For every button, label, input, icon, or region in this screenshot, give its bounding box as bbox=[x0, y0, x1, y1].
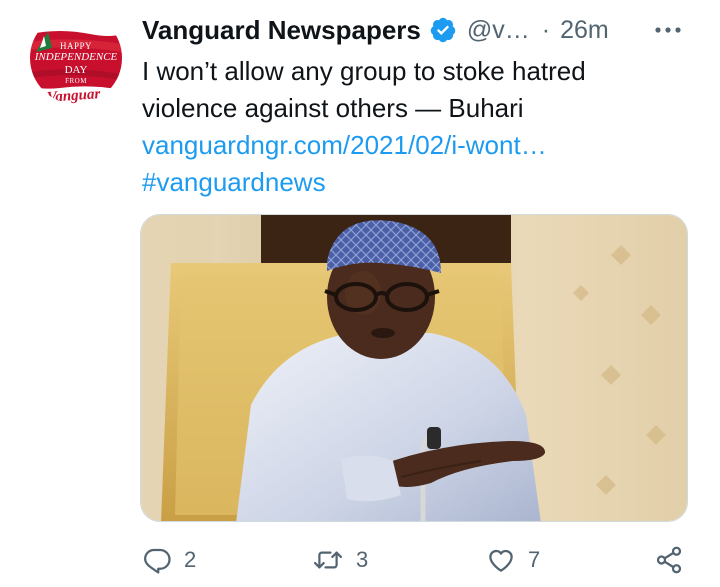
tweet-text-line-1: I won’t allow any group to stoke hatred bbox=[142, 56, 586, 86]
avatar-logo-text: Vanguar bbox=[43, 86, 104, 104]
like-button[interactable]: 7 bbox=[486, 538, 540, 582]
retweet-icon bbox=[313, 551, 343, 569]
reply-button[interactable]: 2 bbox=[142, 538, 196, 582]
more-options-button[interactable] bbox=[648, 16, 688, 44]
avatar-text-day: DAY bbox=[64, 64, 88, 76]
photo-illustration bbox=[141, 215, 687, 521]
tweet-actions: 2 3 7 bbox=[140, 538, 700, 582]
retweet-button[interactable]: 3 bbox=[312, 538, 368, 582]
retweet-count: 3 bbox=[356, 547, 369, 572]
share-icon bbox=[656, 546, 682, 574]
tweet-text-line-2: violence against others — Buhari bbox=[142, 93, 524, 123]
avatar[interactable]: HAPPY INDEPENDENCE DAY FROM Vanguar bbox=[30, 12, 122, 104]
tweet-text: I won’t allow any group to stoke hatred … bbox=[142, 53, 702, 201]
avatar-text-happy: HAPPY bbox=[59, 41, 92, 51]
avatar-text-independence: INDEPENDENCE bbox=[34, 51, 118, 63]
article-link[interactable]: vanguardngr.com/2021/02/i-wont… bbox=[142, 127, 702, 164]
tweet-header: Vanguard Newspapers @v… · 26m bbox=[142, 12, 702, 48]
verified-badge-icon bbox=[429, 16, 457, 44]
avatar-text-from: FROM bbox=[65, 77, 87, 85]
author-handle[interactable]: @v… bbox=[467, 16, 530, 45]
author-display-name[interactable]: Vanguard Newspapers bbox=[142, 15, 421, 46]
reply-icon bbox=[144, 548, 171, 574]
reply-count: 2 bbox=[184, 547, 197, 572]
hashtag-link[interactable]: #vanguardnews bbox=[142, 164, 702, 201]
heart-icon bbox=[489, 549, 513, 572]
tweet[interactable]: HAPPY INDEPENDENCE DAY FROM Vanguar Vang… bbox=[0, 0, 720, 587]
tweet-photo[interactable] bbox=[140, 214, 688, 522]
header-separator: · bbox=[541, 15, 551, 44]
more-horizontal-icon bbox=[655, 27, 681, 33]
like-count: 7 bbox=[528, 547, 541, 572]
tweet-timestamp[interactable]: 26m bbox=[560, 16, 609, 45]
share-button[interactable] bbox=[654, 538, 684, 582]
